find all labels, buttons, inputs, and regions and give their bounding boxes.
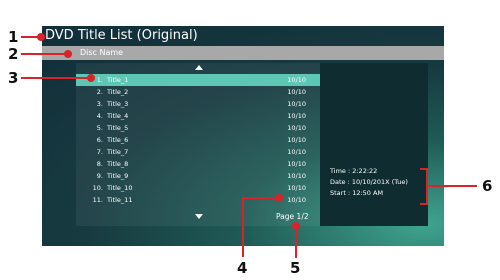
info-time: Time : 2:22:22 bbox=[330, 167, 378, 175]
scroll-down-arrow-icon[interactable] bbox=[195, 214, 203, 219]
title-list: 1. Title_1 10/10 2. Title_2 10/10 3. Title_3 10/… bbox=[76, 74, 320, 206]
disc-name-bar: Disc Name bbox=[42, 46, 444, 60]
callout-4-line-v bbox=[242, 197, 244, 257]
title-chapter-count: 10/10 bbox=[287, 88, 306, 96]
title-row[interactable]: 9. Title_9 10/10 bbox=[76, 170, 320, 182]
page-indicator: Page 1/2 bbox=[276, 212, 309, 221]
title-row[interactable]: 1. Title_1 10/10 bbox=[76, 74, 320, 86]
title-name: Title_9 bbox=[107, 172, 129, 180]
info-panel: Time : 2:22:22 Date : 10/10/201X (Tue) S… bbox=[320, 63, 428, 226]
title-name: Title_2 bbox=[107, 88, 129, 96]
title-name: Title_3 bbox=[107, 100, 129, 108]
title-chapter-count: 10/10 bbox=[287, 124, 306, 132]
info-start: Start : 12:50 AM bbox=[330, 189, 384, 197]
title-chapter-count: 10/10 bbox=[287, 76, 306, 84]
callout-2-line bbox=[21, 53, 65, 55]
info-date: Date : 10/10/201X (Tue) bbox=[330, 178, 408, 186]
title-number: 4. bbox=[96, 112, 103, 120]
title-name: Title_5 bbox=[107, 124, 129, 132]
title-chapter-count: 10/10 bbox=[287, 112, 306, 120]
title-name: Title_11 bbox=[107, 196, 133, 204]
callout-2-dot bbox=[64, 50, 72, 58]
callout-3: 3 bbox=[8, 69, 19, 87]
title-chapter-count: 10/10 bbox=[287, 196, 306, 204]
title-chapter-count: 10/10 bbox=[287, 172, 306, 180]
callout-5-line bbox=[295, 226, 297, 258]
title-row[interactable]: 2. Title_2 10/10 bbox=[76, 86, 320, 98]
callout-4-line-h bbox=[242, 197, 278, 199]
title-row[interactable]: 10. Title_10 10/10 bbox=[76, 182, 320, 194]
title-row[interactable]: 11. Title_11 10/10 bbox=[76, 194, 320, 206]
title-row[interactable]: 5. Title_5 10/10 bbox=[76, 122, 320, 134]
callout-1: 1 bbox=[8, 28, 19, 46]
callout-1-dot bbox=[37, 33, 45, 41]
title-name: Title_4 bbox=[107, 112, 129, 120]
callout-4: 4 bbox=[237, 259, 248, 277]
callout-6-line bbox=[427, 185, 477, 187]
title-number: 5. bbox=[96, 124, 103, 132]
title-number: 9. bbox=[96, 172, 103, 180]
title-chapter-count: 10/10 bbox=[287, 148, 306, 156]
title-number: 10. bbox=[92, 184, 103, 192]
callout-6: 6 bbox=[482, 177, 493, 195]
title-number: 11. bbox=[92, 196, 103, 204]
callout-2: 2 bbox=[8, 45, 19, 63]
screen-title-text: DVD Title List (Original) bbox=[45, 28, 198, 43]
title-number: 3. bbox=[96, 100, 103, 108]
title-chapter-count: 10/10 bbox=[287, 184, 306, 192]
screen-title: DVD Title List (Original) bbox=[42, 26, 444, 46]
callout-5: 5 bbox=[290, 259, 301, 277]
title-number: 7. bbox=[96, 148, 103, 156]
callout-3-line bbox=[21, 77, 89, 79]
title-number: 2. bbox=[96, 88, 103, 96]
disc-name-label: Disc Name bbox=[80, 48, 124, 57]
title-row[interactable]: 3. Title_3 10/10 bbox=[76, 98, 320, 110]
title-name: Title_8 bbox=[107, 160, 129, 168]
title-row[interactable]: 7. Title_7 10/10 bbox=[76, 146, 320, 158]
title-row[interactable]: 8. Title_8 10/10 bbox=[76, 158, 320, 170]
scroll-up-arrow-icon[interactable] bbox=[195, 65, 203, 70]
title-name: Title_10 bbox=[107, 184, 133, 192]
title-chapter-count: 10/10 bbox=[287, 160, 306, 168]
title-number: 6. bbox=[96, 136, 103, 144]
title-name: Title_6 bbox=[107, 136, 129, 144]
title-chapter-count: 10/10 bbox=[287, 136, 306, 144]
title-row[interactable]: 6. Title_6 10/10 bbox=[76, 134, 320, 146]
title-number: 8. bbox=[96, 160, 103, 168]
title-chapter-count: 10/10 bbox=[287, 100, 306, 108]
title-name: Title_1 bbox=[107, 76, 129, 84]
callout-3-dot bbox=[87, 74, 95, 82]
title-list-panel: 1. Title_1 10/10 2. Title_2 10/10 3. Title_3 10/… bbox=[76, 63, 320, 226]
title-name: Title_7 bbox=[107, 148, 129, 156]
title-row[interactable]: 4. Title_4 10/10 bbox=[76, 110, 320, 122]
